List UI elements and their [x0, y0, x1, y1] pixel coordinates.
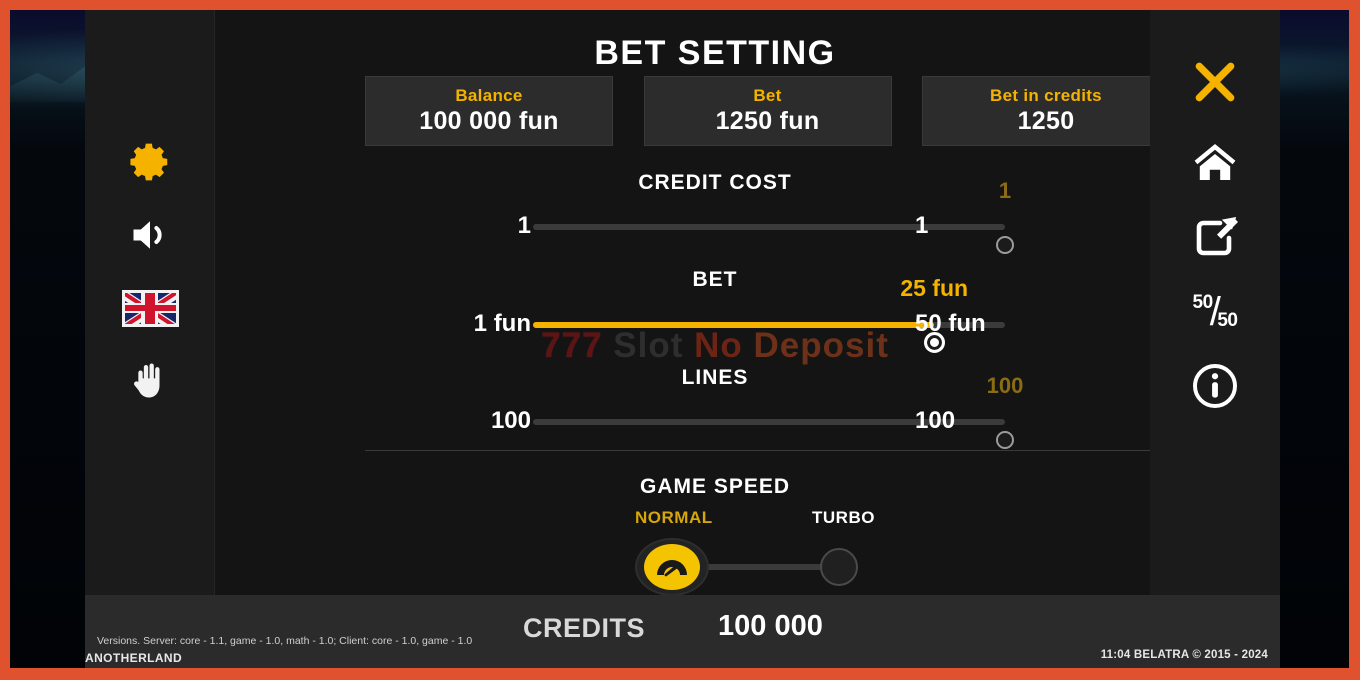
info-value: 1250	[1017, 107, 1075, 135]
info-box-bet: Bet 1250 fun	[643, 76, 892, 146]
slider-credit-cost[interactable]: 1 1 1	[215, 178, 1215, 254]
dialog-main: BET SETTING Balance 100 000 fun Bet 1250…	[215, 10, 1215, 598]
fifty-fifty-button[interactable]: 50 / 50	[1168, 282, 1262, 340]
close-button[interactable]	[1168, 53, 1262, 111]
sidebar-item-sound[interactable]	[105, 205, 195, 265]
fifty-bottom: 50	[1217, 309, 1238, 331]
info-label: Balance	[455, 86, 523, 105]
slider-max-label: 1	[915, 212, 929, 239]
info-box-balance: Balance 100 000 fun	[365, 76, 613, 146]
footer-bar: CREDITS 100 000 Versions. Server: core -…	[85, 595, 1280, 668]
clock-copyright: 11:04 BELATRA © 2015 - 2024	[1100, 649, 1268, 661]
close-icon	[1195, 62, 1235, 102]
divider	[365, 450, 1165, 451]
home-button[interactable]	[1168, 133, 1262, 191]
section-title-game-speed: GAME SPEED	[639, 475, 791, 498]
left-sidebar	[85, 10, 215, 595]
slider-track[interactable]: 1	[533, 178, 1014, 254]
fifty-fifty-icon: 50 / 50	[1193, 291, 1238, 332]
game-screen: BET SETTING Balance 100 000 fun Bet 1250…	[0, 0, 1360, 680]
info-value: 100 000 fun	[419, 107, 559, 135]
slider-handle[interactable]	[996, 236, 1014, 254]
info-box-bet-in-credits: Bet in credits 1250	[922, 76, 1170, 146]
slider-min-label: 1 fun	[473, 310, 531, 337]
hand-icon	[134, 363, 160, 398]
slider-value-label: 1	[998, 178, 1012, 203]
flag-uk-icon	[121, 289, 179, 327]
sound-icon	[133, 221, 162, 249]
page-title: BET SETTING	[594, 34, 836, 72]
gear-icon	[130, 143, 168, 181]
section-title-bet: BET	[692, 268, 738, 291]
game-speed-toggle[interactable]: NORMAL TURBO	[635, 508, 885, 598]
credits-value: 100 000	[718, 610, 823, 642]
bet-setting-dialog: BET SETTING Balance 100 000 fun Bet 1250…	[85, 10, 1280, 598]
frame-right	[1349, 0, 1360, 680]
game-speed-normal-label[interactable]: NORMAL	[635, 508, 713, 528]
slider-fill	[533, 322, 935, 328]
slider-value-label: 25 fun	[900, 275, 969, 301]
share-icon	[1196, 217, 1238, 256]
sidebar-item-hand[interactable]	[105, 350, 195, 410]
frame-bottom	[0, 668, 1360, 680]
sidebar-item-language[interactable]	[105, 278, 195, 338]
frame-top	[0, 0, 1360, 10]
section-title-lines: LINES	[681, 366, 749, 389]
slider-lines[interactable]: 100 100 100	[215, 373, 1215, 449]
info-icon	[1193, 364, 1237, 408]
sidebar-item-settings[interactable]	[105, 132, 195, 192]
info-button[interactable]	[1168, 357, 1262, 415]
credits-label: CREDITS	[523, 613, 646, 643]
slider-max-label: 100	[915, 407, 956, 434]
game-speed-turbo-knob[interactable]	[820, 548, 858, 586]
slider-value-label: 100	[986, 373, 1024, 398]
slider-min-label: 1	[517, 212, 531, 239]
speedometer-icon	[644, 544, 700, 590]
section-title-credit-cost: CREDIT COST	[638, 171, 792, 194]
game-speed-normal-knob[interactable]	[635, 538, 709, 596]
frame-left	[0, 0, 10, 680]
info-label: Bet in credits	[990, 86, 1102, 105]
open-external-button[interactable]	[1168, 208, 1262, 266]
right-sidebar: 50 / 50	[1150, 10, 1280, 595]
game-speed-turbo-label[interactable]: TURBO	[812, 508, 875, 528]
slider-max-label: 50 fun	[915, 310, 986, 337]
info-row: Balance 100 000 fun Bet 1250 fun Bet in …	[365, 76, 1170, 146]
slider-min-label: 100	[490, 407, 531, 434]
brand-label: ANOTHERLAND	[85, 651, 183, 665]
slider-bet[interactable]: 1 fun 25 fun 50 fun	[215, 275, 1215, 353]
info-value: 1250 fun	[715, 107, 820, 135]
home-icon	[1194, 144, 1236, 180]
slider-handle[interactable]	[996, 431, 1014, 449]
info-label: Bet	[753, 86, 782, 105]
versions-text: Versions. Server: core - 1.1, game - 1.0…	[97, 635, 473, 647]
